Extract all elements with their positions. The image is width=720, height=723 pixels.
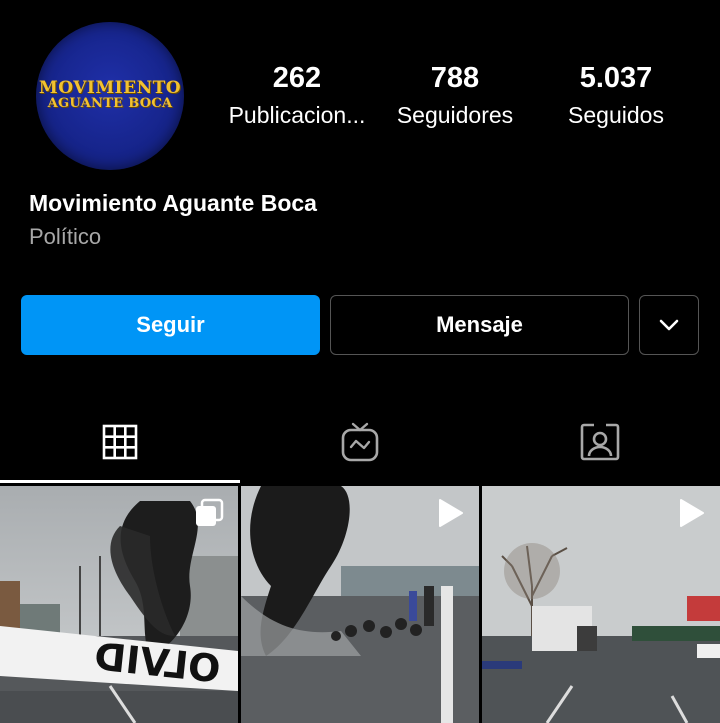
post-thumbnail[interactable] bbox=[241, 486, 479, 723]
profile-name: Movimiento Aguante Boca bbox=[29, 190, 317, 216]
avatar-logo-text-1: MOVIMIENTO bbox=[38, 78, 182, 98]
profile-tabs bbox=[0, 402, 720, 483]
post-thumbnail[interactable]: OLVID bbox=[0, 486, 238, 723]
follow-button[interactable]: Seguir bbox=[21, 295, 320, 355]
following-count: 5.037 bbox=[579, 62, 653, 94]
avatar-logo-text-2: AGUANTE BOCA bbox=[47, 96, 173, 111]
post-thumbnail[interactable] bbox=[482, 486, 720, 723]
more-options-button[interactable] bbox=[639, 295, 699, 355]
posts-grid: OLVID bbox=[0, 486, 720, 723]
message-button[interactable]: Mensaje bbox=[330, 295, 629, 355]
grid-icon bbox=[102, 424, 138, 460]
play-icon bbox=[680, 499, 704, 527]
followers-count: 788 bbox=[430, 62, 480, 94]
tab-igtv[interactable] bbox=[240, 402, 480, 482]
tab-posts-grid[interactable] bbox=[0, 402, 240, 482]
active-tab-indicator bbox=[0, 480, 240, 483]
profile-avatar[interactable]: MOVIMIENTO AGUANTE BOCA bbox=[36, 22, 184, 170]
carousel-icon bbox=[196, 498, 224, 526]
posts-stat[interactable]: 262 Publicacion... bbox=[212, 60, 382, 130]
play-icon bbox=[439, 499, 463, 527]
following-label: Seguidos bbox=[568, 102, 664, 128]
following-stat[interactable]: 5.037 Seguidos bbox=[531, 60, 701, 130]
tagged-person-icon bbox=[580, 423, 620, 461]
tab-tagged[interactable] bbox=[480, 402, 720, 482]
followers-stat[interactable]: 788 Seguidores bbox=[370, 60, 540, 130]
followers-label: Seguidores bbox=[396, 102, 514, 128]
tv-icon bbox=[341, 422, 379, 462]
posts-count: 262 bbox=[272, 62, 322, 94]
chevron-down-icon bbox=[659, 319, 679, 331]
profile-category: Político bbox=[29, 224, 102, 249]
posts-label: Publicacion... bbox=[228, 102, 366, 128]
